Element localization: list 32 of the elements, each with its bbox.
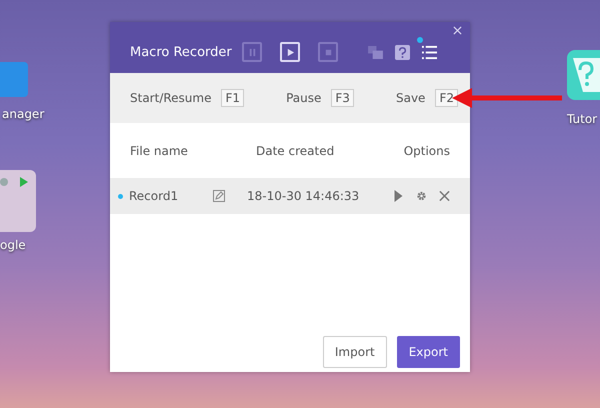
status-dot xyxy=(118,194,123,198)
delete-icon[interactable] xyxy=(439,190,450,202)
app-label: ogle xyxy=(0,238,26,252)
export-button[interactable]: Export xyxy=(396,336,460,368)
hotkey-field[interactable]: F1 xyxy=(221,89,244,107)
stop-icon xyxy=(324,48,332,56)
window-title: Macro Recorder xyxy=(130,44,233,60)
close-icon[interactable] xyxy=(453,26,462,35)
play-button[interactable] xyxy=(280,42,300,62)
date-created: 18-10-30 14:46:33 xyxy=(247,189,360,203)
app-label: Tutor xyxy=(567,112,598,126)
shortcut-label: Save xyxy=(396,91,426,105)
app-label: anager xyxy=(2,107,44,121)
play-icon xyxy=(286,48,294,56)
import-button[interactable]: Import xyxy=(322,336,387,368)
windows-icon[interactable] xyxy=(368,46,383,58)
tutorial-icon[interactable] xyxy=(567,50,600,100)
pause-icon xyxy=(248,48,256,56)
hotkey-field[interactable]: F2 xyxy=(435,89,458,107)
menu-icon[interactable] xyxy=(422,44,437,60)
record-row[interactable]: Record1 18-10-30 14:46:33 xyxy=(110,178,470,214)
help-icon[interactable] xyxy=(395,44,410,60)
hotkey-field[interactable]: F3 xyxy=(331,89,354,107)
shortcut-label: Pause xyxy=(286,91,322,105)
file-name: Record1 xyxy=(129,189,180,203)
column-header: File name xyxy=(130,144,189,158)
settings-icon[interactable] xyxy=(416,190,427,202)
shortcut-label: Start/Resume xyxy=(130,91,212,105)
column-header: Date created xyxy=(256,144,336,158)
column-header: Options xyxy=(404,144,450,158)
edit-icon[interactable] xyxy=(213,190,225,202)
play-icon[interactable] xyxy=(393,190,404,202)
